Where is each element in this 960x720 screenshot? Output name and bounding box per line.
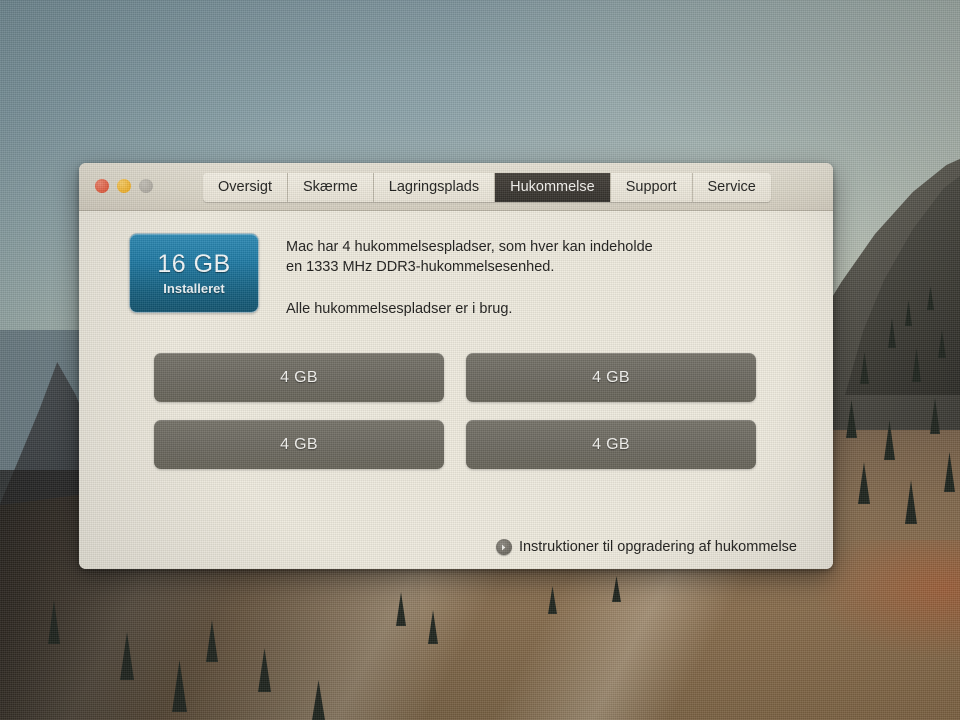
window-titlebar[interactable]: Oversigt Skærme Lagringsplads Hukommelse… — [79, 163, 833, 211]
window-controls[interactable] — [95, 179, 153, 193]
memory-description-line3: Alle hukommelsespladser er i brug. — [286, 301, 513, 317]
about-this-mac-window[interactable]: Oversigt Skærme Lagringsplads Hukommelse… — [79, 163, 833, 569]
arrow-right-circle-icon — [495, 539, 512, 555]
memory-description-line2: en 1333 MHz DDR3-hukommelsesenhed. — [286, 259, 555, 275]
memory-upgrade-link-label: Instruktioner til opgradering af hukomme… — [518, 539, 797, 555]
minimize-button[interactable] — [117, 179, 131, 193]
memory-slot[interactable]: 4 GB — [466, 420, 756, 469]
tab-bar[interactable]: Oversigt Skærme Lagringsplads Hukommelse… — [203, 173, 771, 202]
memory-description-line1: Mac har 4 hukommelsespladser, som hver k… — [286, 239, 653, 255]
memory-summary-row: 16 GB Installeret Mac har 4 hukommelsesp… — [79, 211, 833, 319]
memory-upgrade-link[interactable]: Instruktioner til opgradering af hukomme… — [495, 539, 797, 555]
zoom-button — [139, 179, 153, 193]
memory-slot[interactable]: 4 GB — [154, 353, 444, 402]
installed-memory-amount: 16 GB — [157, 250, 231, 278]
memory-slot-grid: 4 GB 4 GB 4 GB 4 GB — [79, 319, 833, 469]
installed-memory-badge: 16 GB Installeret — [129, 233, 259, 313]
tab-skaerme[interactable]: Skærme — [288, 173, 374, 202]
memory-tab-content: 16 GB Installeret Mac har 4 hukommelsesp… — [79, 211, 833, 569]
memory-slot[interactable]: 4 GB — [466, 353, 756, 402]
tab-hukommelse[interactable]: Hukommelse — [495, 173, 611, 202]
tab-support[interactable]: Support — [610, 173, 693, 202]
tab-lagringsplads[interactable]: Lagringsplads — [373, 173, 496, 202]
tab-oversigt[interactable]: Oversigt — [203, 173, 288, 202]
memory-description: Mac har 4 hukommelsespladser, som hver k… — [286, 233, 653, 319]
tab-service[interactable]: Service — [692, 173, 771, 202]
memory-slot[interactable]: 4 GB — [154, 420, 444, 469]
installed-memory-status: Installeret — [163, 281, 225, 296]
close-button[interactable] — [95, 179, 109, 193]
